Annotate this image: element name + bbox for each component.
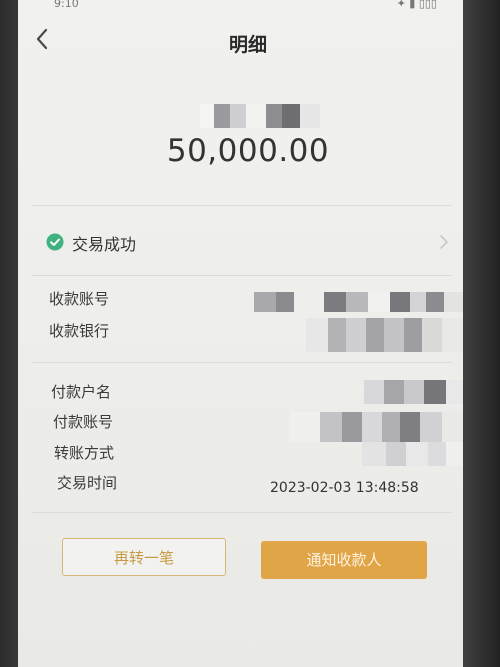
redacted-payee-account (254, 292, 463, 312)
transaction-time-value: 2023-02-03 13:48:58 (270, 480, 419, 496)
payee-bank-label: 收款银行 (49, 322, 110, 340)
divider (32, 362, 452, 363)
transfer-amount: 50,000.00 (166, 133, 330, 169)
redacted-payer-account (290, 412, 463, 442)
redacted-payee-bank (306, 318, 463, 352)
divider (32, 512, 452, 513)
transaction-status-row[interactable]: 交易成功 (46, 228, 448, 258)
app-screen: 9:10 ✦ ▮ ▯▯▯ 明细 50,000.00 交易成功 收款账号 收款银行… (18, 0, 463, 667)
page-title: 明细 (228, 34, 267, 56)
status-icons: ✦ ▮ ▯▯▯ (396, 0, 437, 10)
transfer-method-label: 转账方式 (54, 444, 115, 462)
transaction-status-label: 交易成功 (72, 235, 137, 254)
check-circle-icon (46, 233, 64, 251)
payer-account-label: 付款账号 (53, 413, 114, 431)
status-bar: 9:10 ✦ ▮ ▯▯▯ (18, 0, 463, 14)
transfer-again-button[interactable]: 再转一笔 (62, 538, 226, 576)
payee-account-label: 收款账号 (49, 290, 110, 308)
redacted-transfer-method (362, 442, 463, 466)
chevron-right-icon (440, 235, 448, 249)
redacted-payer-name (364, 380, 463, 404)
divider (32, 275, 452, 276)
status-time: 9:10 (54, 0, 79, 10)
transaction-time-label: 交易时间 (57, 474, 118, 492)
divider (32, 205, 452, 206)
notify-payee-button[interactable]: 通知收款人 (261, 541, 427, 579)
payer-name-label: 付款户名 (51, 383, 112, 401)
redacted-payee-name (200, 104, 320, 128)
